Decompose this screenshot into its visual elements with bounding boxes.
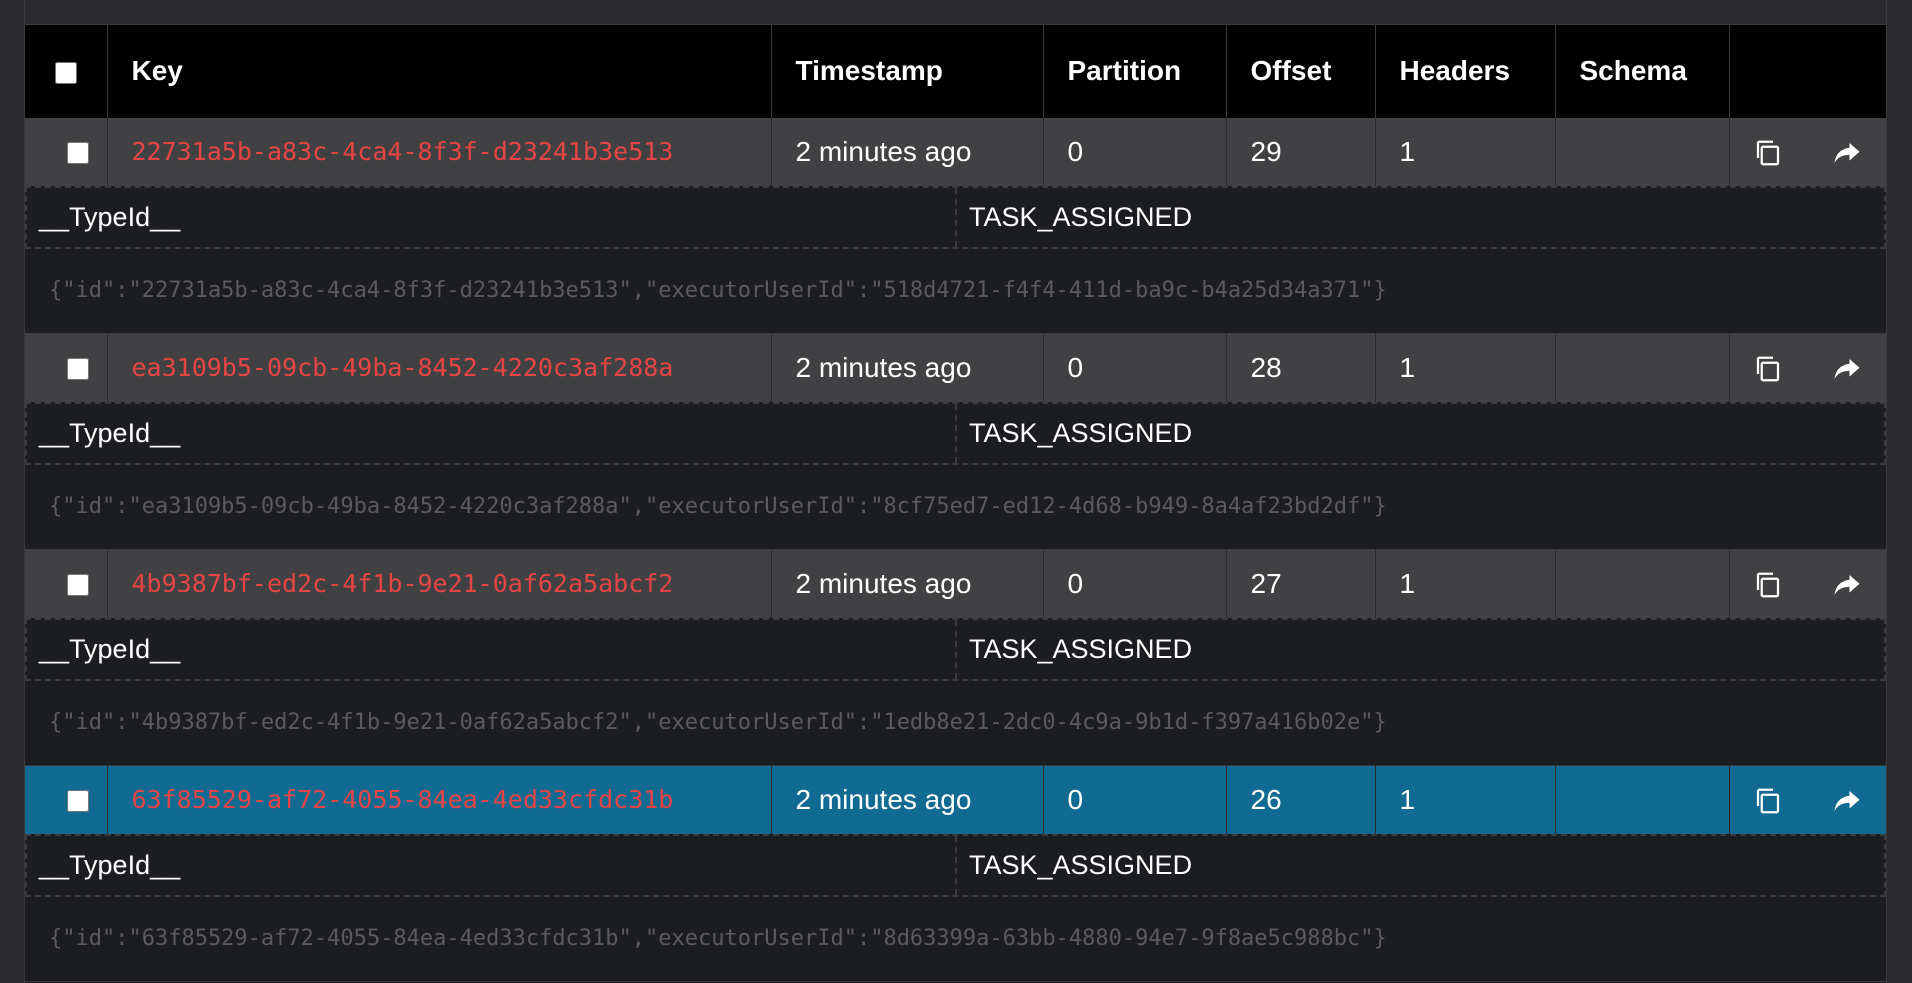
copy-icon xyxy=(1757,356,1780,382)
header-key: __TypeId__ xyxy=(27,187,957,247)
message-schema xyxy=(1555,333,1730,402)
message-header-row: __TypeId__ TASK_ASSIGNED xyxy=(25,833,1886,897)
row-select-cell xyxy=(25,117,108,186)
copy-icon xyxy=(1757,572,1780,598)
message-key[interactable]: ea3109b5-09cb-49ba-8452-4220c3af288a xyxy=(107,333,772,402)
copy-button[interactable] xyxy=(1729,766,1807,834)
header-value: TASK_ASSIGNED xyxy=(969,633,1193,664)
share-icon xyxy=(1834,359,1859,380)
message-row[interactable]: 63f85529-af72-4055-84ea-4ed33cfdc31b 2 m… xyxy=(25,765,1886,834)
message-header: __TypeId__ TASK_ASSIGNED xyxy=(25,617,1886,681)
header-key: __TypeId__ xyxy=(27,619,957,679)
share-icon xyxy=(1834,575,1859,596)
message-value-row: {"id":"ea3109b5-09cb-49ba-8452-4220c3af2… xyxy=(25,465,1886,550)
message-key[interactable]: 22731a5b-a83c-4ca4-8f3f-d23241b3e513 xyxy=(107,117,772,186)
message-header: __TypeId__ TASK_ASSIGNED xyxy=(25,833,1886,897)
message-headers-count: 1 xyxy=(1375,549,1556,618)
row-select-cell xyxy=(25,549,108,618)
share-icon xyxy=(1834,791,1859,812)
message-header-row: __TypeId__ TASK_ASSIGNED xyxy=(25,617,1886,681)
message-value: {"id":"4b9387bf-ed2c-4f1b-9e21-0af62a5ab… xyxy=(49,710,1387,736)
panel-top-bar xyxy=(25,0,1886,24)
row-checkbox[interactable] xyxy=(67,358,90,381)
message-headers-count: 1 xyxy=(1375,117,1556,186)
message-value: {"id":"ea3109b5-09cb-49ba-8452-4220c3af2… xyxy=(49,494,1387,520)
copy-button[interactable] xyxy=(1729,550,1807,618)
message-timestamp: 2 minutes ago xyxy=(771,117,1044,186)
copy-icon xyxy=(1757,140,1780,166)
message-row[interactable]: 22731a5b-a83c-4ca4-8f3f-d23241b3e513 2 m… xyxy=(25,117,1886,186)
message-header-cell: __TypeId__ TASK_ASSIGNED xyxy=(25,401,1886,465)
copy-icon xyxy=(1757,788,1780,814)
message-value-row: {"id":"22731a5b-a83c-4ca4-8f3f-d23241b3e… xyxy=(25,249,1886,334)
message-row[interactable]: ea3109b5-09cb-49ba-8452-4220c3af288a 2 m… xyxy=(25,333,1886,402)
row-select-cell xyxy=(25,333,108,402)
table-header-row: Key Timestamp Partition Offset Headers S… xyxy=(25,24,1886,118)
message-offset: 28 xyxy=(1226,333,1376,402)
message-key[interactable]: 4b9387bf-ed2c-4f1b-9e21-0af62a5abcf2 xyxy=(107,549,772,618)
message-header-cell: __TypeId__ TASK_ASSIGNED xyxy=(25,617,1886,681)
message-headers-count: 1 xyxy=(1375,333,1556,402)
column-header-actions xyxy=(1729,24,1886,118)
message-schema xyxy=(1555,765,1730,834)
share-button[interactable] xyxy=(1807,550,1886,618)
row-checkbox[interactable] xyxy=(67,574,90,597)
row-checkbox[interactable] xyxy=(67,790,90,813)
header-value: TASK_ASSIGNED xyxy=(969,201,1193,232)
header-key: __TypeId__ xyxy=(27,835,957,895)
message-value: {"id":"63f85529-af72-4055-84ea-4ed33cfdc… xyxy=(49,926,1387,952)
column-header-partition[interactable]: Partition xyxy=(1043,24,1227,118)
message-timestamp: 2 minutes ago xyxy=(771,765,1044,834)
message-partition: 0 xyxy=(1043,333,1227,402)
column-header-key[interactable]: Key xyxy=(107,24,772,118)
message-header-cell: __TypeId__ TASK_ASSIGNED xyxy=(25,185,1886,249)
message-schema xyxy=(1555,549,1730,618)
row-checkbox[interactable] xyxy=(67,142,90,165)
select-all-cell xyxy=(25,24,108,118)
copy-button[interactable] xyxy=(1729,334,1807,402)
share-button[interactable] xyxy=(1807,766,1886,834)
select-all-checkbox[interactable] xyxy=(55,61,78,84)
share-button[interactable] xyxy=(1807,118,1886,186)
share-icon xyxy=(1834,142,1859,163)
message-offset: 29 xyxy=(1226,117,1376,186)
message-value-row: {"id":"63f85529-af72-4055-84ea-4ed33cfdc… xyxy=(25,897,1886,982)
message-header-row: __TypeId__ TASK_ASSIGNED xyxy=(25,185,1886,249)
header-key: __TypeId__ xyxy=(27,403,957,463)
message-offset: 26 xyxy=(1226,765,1376,834)
message-header-row: __TypeId__ TASK_ASSIGNED xyxy=(25,401,1886,465)
header-value: TASK_ASSIGNED xyxy=(969,849,1193,880)
message-headers-count: 1 xyxy=(1375,765,1556,834)
message-offset: 27 xyxy=(1226,549,1376,618)
copy-button[interactable] xyxy=(1729,118,1807,186)
message-partition: 0 xyxy=(1043,765,1227,834)
message-timestamp: 2 minutes ago xyxy=(771,333,1044,402)
message-timestamp: 2 minutes ago xyxy=(771,549,1044,618)
header-value: TASK_ASSIGNED xyxy=(969,417,1193,448)
column-header-headers[interactable]: Headers xyxy=(1375,24,1556,118)
messages-panel: Key Timestamp Partition Offset Headers S… xyxy=(24,0,1887,983)
message-value-row: {"id":"4b9387bf-ed2c-4f1b-9e21-0af62a5ab… xyxy=(25,681,1886,766)
messages-table: Key Timestamp Partition Offset Headers S… xyxy=(25,24,1886,982)
column-header-offset[interactable]: Offset xyxy=(1226,24,1376,118)
row-select-cell xyxy=(25,765,108,834)
message-key[interactable]: 63f85529-af72-4055-84ea-4ed33cfdc31b xyxy=(107,765,772,834)
message-header: __TypeId__ TASK_ASSIGNED xyxy=(25,401,1886,465)
messages-table-body: 22731a5b-a83c-4ca4-8f3f-d23241b3e513 2 m… xyxy=(25,117,1886,982)
column-header-schema[interactable]: Schema xyxy=(1555,24,1730,118)
share-button[interactable] xyxy=(1807,334,1886,402)
message-schema xyxy=(1555,117,1730,186)
column-header-timestamp[interactable]: Timestamp xyxy=(771,24,1044,118)
message-row[interactable]: 4b9387bf-ed2c-4f1b-9e21-0af62a5abcf2 2 m… xyxy=(25,549,1886,618)
message-header: __TypeId__ TASK_ASSIGNED xyxy=(25,185,1886,249)
message-partition: 0 xyxy=(1043,549,1227,618)
message-partition: 0 xyxy=(1043,117,1227,186)
message-value: {"id":"22731a5b-a83c-4ca4-8f3f-d23241b3e… xyxy=(49,278,1387,304)
message-header-cell: __TypeId__ TASK_ASSIGNED xyxy=(25,833,1886,897)
